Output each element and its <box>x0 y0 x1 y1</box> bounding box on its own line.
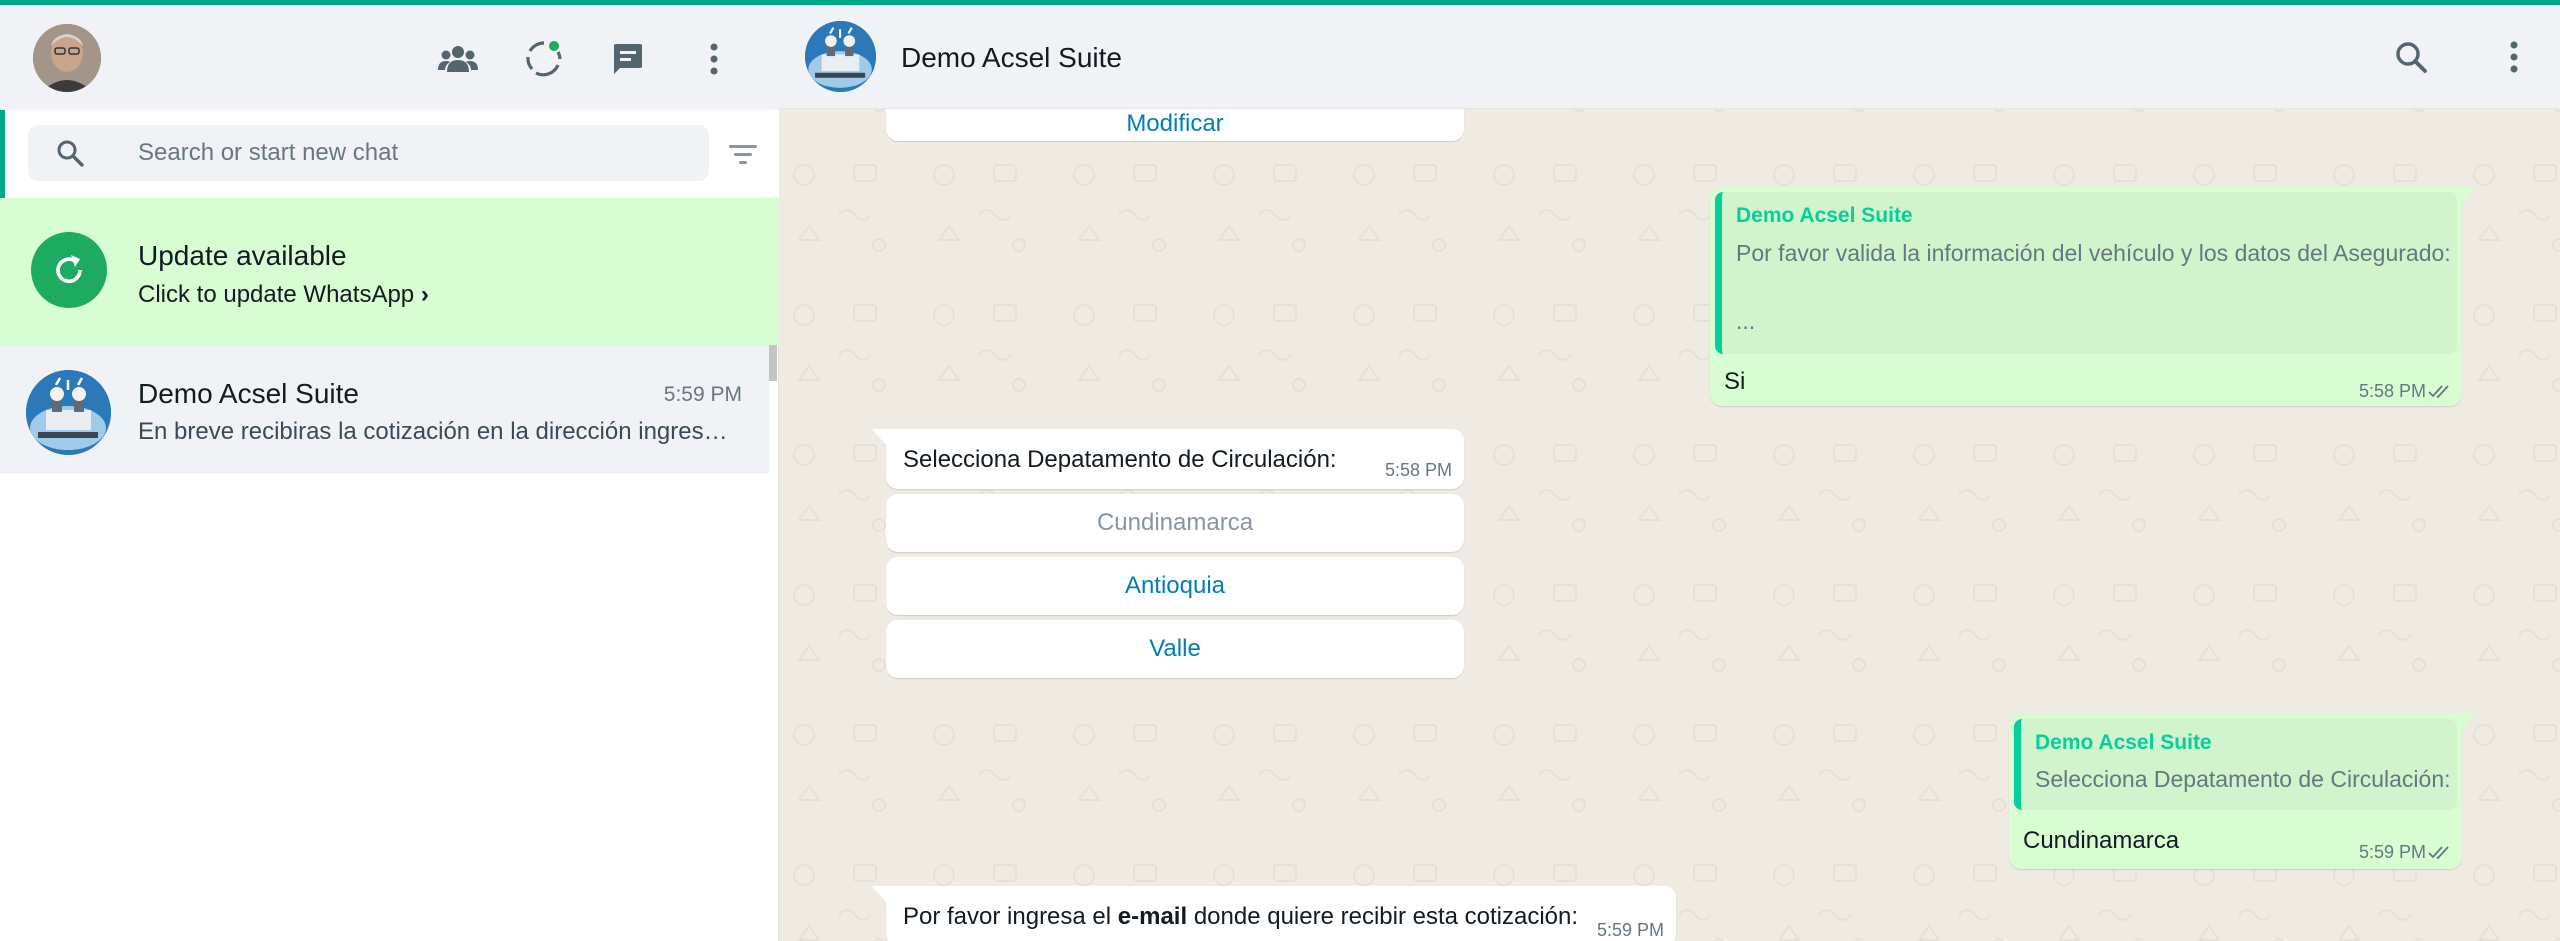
message-time-text: 5:59 PM <box>2358 842 2426 862</box>
quote-author: Demo Acsel Suite <box>2035 731 2212 754</box>
conversation-header[interactable]: Demo Acsel Suite <box>779 5 2560 109</box>
new-chat-icon[interactable] <box>606 37 650 81</box>
bubble-tail <box>2462 714 2476 730</box>
double-check-icon <box>2428 385 2449 399</box>
option-label: Antioquia <box>1124 572 1226 599</box>
bubble-tail <box>872 429 886 445</box>
update-subtitle-text: Click to update WhatsApp <box>138 281 415 308</box>
status-icon[interactable] <box>522 37 566 81</box>
bubble-tail <box>2462 187 2476 203</box>
update-title: Update available <box>138 240 347 271</box>
message-time: 5:58 PM <box>2359 381 2426 402</box>
message-text: Si <box>1724 368 1746 395</box>
refresh-icon <box>31 232 107 308</box>
option-button-cundinamarca[interactable]: Cundinamarca <box>886 494 1464 552</box>
outgoing-message[interactable]: Demo Acsel Suite Por favor valida la inf… <box>1710 187 2476 406</box>
sidebar: Update available Click to update WhatsAp… <box>0 5 779 941</box>
quoted-message[interactable]: Demo Acsel Suite Selecciona Depatamento … <box>2014 719 2457 810</box>
communities-icon[interactable] <box>436 37 480 81</box>
menu-icon[interactable] <box>2492 35 2536 79</box>
conversation-avatar[interactable] <box>805 21 876 92</box>
incoming-message[interactable]: Por favor ingresa el e-mail donde quiere… <box>872 886 1676 941</box>
quoted-message[interactable]: Demo Acsel Suite Por favor valida la inf… <box>1715 192 2457 354</box>
sidebar-header <box>0 5 779 110</box>
message-text-bold: e-mail <box>1117 903 1188 930</box>
search-icon[interactable] <box>2389 35 2433 79</box>
message-text-after: donde quiere recibir esta cotización: <box>1187 903 1579 930</box>
chat-preview: En breve recibiras la cotización en la d… <box>138 418 738 445</box>
bubble-tail <box>872 886 886 902</box>
message-text: Cundinamarca <box>2023 827 2180 854</box>
filter-icon[interactable] <box>727 138 759 170</box>
incoming-message[interactable]: Selecciona Depatamento de Circulación: 5… <box>872 429 1464 489</box>
menu-icon[interactable] <box>692 37 736 81</box>
conversation-panel: Demo Acsel Suite Modificar Demo Acsel Su… <box>779 5 2560 941</box>
update-banner[interactable]: Update available Click to update WhatsAp… <box>0 198 779 346</box>
quote-line: Por favor valida la información del vehí… <box>1736 240 2451 266</box>
message-text-before: Por favor ingresa el <box>903 903 1118 930</box>
message-time: 5:59 PM <box>2359 842 2426 863</box>
conversation-name: Demo Acsel Suite <box>901 42 1122 73</box>
search-box[interactable] <box>28 125 709 181</box>
message-time-text: 5:58 PM <box>2358 381 2426 401</box>
chat-list-item[interactable]: Demo Acsel Suite 5:59 PM En breve recibi… <box>0 346 769 474</box>
chat-avatar <box>26 370 111 455</box>
search-row <box>0 110 779 198</box>
option-label: Valle <box>1149 635 1201 662</box>
quote-ellipsis: ... <box>1736 308 1756 334</box>
chat-time: 5:59 PM <box>663 383 742 406</box>
message-text: Por favor ingresa el e-mail donde quiere… <box>903 903 1578 931</box>
update-subtitle[interactable]: Click to update WhatsApp › <box>138 281 429 309</box>
message-time: 5:59 PM <box>1596 920 1664 940</box>
option-button-valle[interactable]: Valle <box>886 620 1464 678</box>
search-input[interactable] <box>138 134 678 172</box>
message-text: Selecciona Depatamento de Circulación: <box>903 446 1337 473</box>
option-label: Cundinamarca <box>1096 509 1254 536</box>
search-icon <box>56 139 84 167</box>
outgoing-message[interactable]: Demo Acsel Suite Selecciona Depatamento … <box>2009 714 2476 869</box>
chat-list-scrollbar[interactable] <box>769 345 777 381</box>
message-time: 5:58 PM <box>1384 460 1452 480</box>
modificar-button-label: Modificar <box>1126 110 1224 137</box>
quote-line: Selecciona Depatamento de Circulación: <box>2035 766 2451 792</box>
user-avatar[interactable] <box>33 24 101 92</box>
quote-author: Demo Acsel Suite <box>1736 204 1913 227</box>
chat-name: Demo Acsel Suite <box>138 378 359 409</box>
option-button-antioquia[interactable]: Antioquia <box>886 557 1464 615</box>
double-check-icon <box>2428 846 2449 860</box>
chevron-right-icon: › <box>420 281 429 308</box>
